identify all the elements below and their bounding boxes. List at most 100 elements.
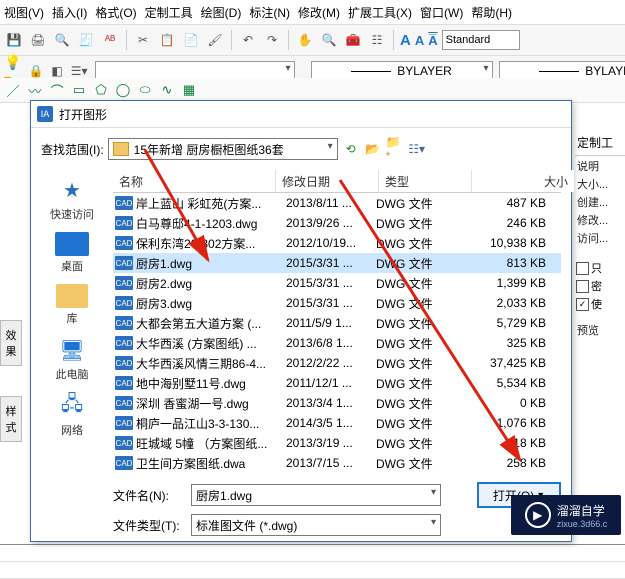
- save-icon[interactable]: 💾: [4, 30, 24, 50]
- checkbox-label: 使: [591, 296, 602, 312]
- folder-icon: [56, 284, 88, 308]
- file-size: 818 KB: [456, 436, 554, 450]
- file-type: DWG 文件: [376, 295, 456, 312]
- file-size: 487 KB: [456, 196, 554, 210]
- file-row[interactable]: CAD大华西溪风情三期86-4...2012/2/22 ...DWG 文件37,…: [113, 353, 561, 373]
- filetype-combo[interactable]: 标准图文件 (*.dwg): [191, 514, 441, 536]
- toolbox-icon[interactable]: 🧰: [343, 30, 363, 50]
- filename-combo[interactable]: 厨房1.dwg: [191, 484, 441, 506]
- network-icon: 🖧: [55, 392, 89, 420]
- dock-tab-style[interactable]: 样式: [0, 396, 22, 442]
- file-row[interactable]: CAD岸上蓝山 彩虹苑(方案...2013/8/11 ...DWG 文件487 …: [113, 193, 561, 213]
- file-name: 桐庐一品江山3-3-130...: [136, 415, 286, 432]
- lookin-label: 查找范围(I):: [41, 141, 104, 158]
- place-network[interactable]: 🖧网络: [55, 392, 89, 438]
- polygon-icon[interactable]: ⬠: [92, 81, 110, 99]
- find-icon[interactable]: 🧾: [76, 30, 96, 50]
- rect-icon[interactable]: ▭: [70, 81, 88, 99]
- cad-file-icon: CAD: [115, 336, 133, 350]
- checkbox-row-2[interactable]: 密: [576, 278, 624, 294]
- menu-draw[interactable]: 绘图(D): [201, 4, 242, 21]
- print-icon[interactable]: 🖨: [28, 30, 48, 50]
- file-row[interactable]: CAD厨房2.dwg2015/3/31 ...DWG 文件1,399 KB: [113, 273, 561, 293]
- col-date[interactable]: 修改日期: [276, 170, 379, 192]
- properties-icon[interactable]: ☷: [367, 30, 387, 50]
- menu-ext[interactable]: 扩展工具(X): [348, 4, 412, 21]
- menu-help[interactable]: 帮助(H): [471, 4, 512, 21]
- place-this-pc[interactable]: 🖥此电脑: [55, 336, 89, 382]
- file-row[interactable]: CAD保利东湾20-302方案...2012/10/19...DWG 文件10,…: [113, 233, 561, 253]
- views-icon[interactable]: ☷▾: [408, 140, 426, 158]
- menu-custom[interactable]: 定制工具: [145, 4, 193, 21]
- col-type[interactable]: 类型: [379, 170, 472, 192]
- up-icon[interactable]: 📂: [364, 140, 382, 158]
- redo-icon[interactable]: ↷: [262, 30, 282, 50]
- text-a2-icon[interactable]: A: [415, 33, 424, 48]
- dock-tab-effects[interactable]: 效果: [0, 320, 22, 366]
- menu-insert[interactable]: 插入(I): [52, 4, 87, 21]
- file-row[interactable]: CAD深圳 香蜜湖一号.dwg2013/3/4 1...DWG 文件0 KB: [113, 393, 561, 413]
- spline-icon[interactable]: ∿: [158, 81, 176, 99]
- file-date: 2013/3/19 ...: [286, 436, 376, 450]
- file-date: 2011/12/1 ...: [286, 376, 376, 390]
- line-icon[interactable]: ／: [4, 81, 22, 99]
- checkbox-icon: ✓: [576, 298, 589, 311]
- menu-view[interactable]: 视图(V): [4, 4, 44, 21]
- polyline-icon[interactable]: 〰: [26, 81, 44, 99]
- arc-icon[interactable]: ⌒: [48, 81, 66, 99]
- file-row[interactable]: CAD厨房1.dwg2015/3/31 ...DWG 文件813 KB: [113, 253, 561, 273]
- text-style-dropdown[interactable]: Standard: [442, 30, 520, 50]
- app-icon: IA: [37, 106, 53, 122]
- checkbox-row-1[interactable]: 只: [576, 260, 624, 276]
- file-row[interactable]: CAD白马尊邸4-1-1203.dwg2013/9/26 ...DWG 文件24…: [113, 213, 561, 233]
- menu-dim[interactable]: 标注(N): [249, 4, 290, 21]
- text-a-icon[interactable]: A: [400, 32, 411, 49]
- text-a3-icon[interactable]: A̅: [428, 33, 437, 48]
- cad-file-icon: CAD: [115, 316, 133, 330]
- lookin-combo[interactable]: 15年新增 厨房橱柜图纸36套: [108, 138, 338, 160]
- file-row[interactable]: CAD地中海别墅11号.dwg2011/12/1 ...DWG 文件5,534 …: [113, 373, 561, 393]
- place-libraries[interactable]: 库: [56, 284, 88, 326]
- file-date: 2012/2/22 ...: [286, 356, 376, 370]
- cut-icon[interactable]: ✂: [133, 30, 153, 50]
- text-style-value: Standard: [446, 34, 491, 46]
- filetype-label: 文件类型(T):: [113, 517, 183, 534]
- paste-icon[interactable]: 📄: [181, 30, 201, 50]
- ellipse-icon[interactable]: ⬭: [136, 81, 154, 99]
- circle-icon[interactable]: ◯: [114, 81, 132, 99]
- checkbox-icon: [576, 262, 589, 275]
- pan-icon[interactable]: ✋: [295, 30, 315, 50]
- spell-icon[interactable]: ᴬᴮ: [100, 30, 120, 50]
- undo-icon[interactable]: ↶: [238, 30, 258, 50]
- new-folder-icon[interactable]: 📁*: [386, 140, 404, 158]
- file-row[interactable]: CAD大都会第五大道方案 (...2011/5/9 1...DWG 文件5,72…: [113, 313, 561, 333]
- menu-format[interactable]: 格式(O): [95, 4, 136, 21]
- copy-icon[interactable]: 📋: [157, 30, 177, 50]
- match-icon[interactable]: 🖌: [205, 30, 225, 50]
- back-icon[interactable]: ⟲: [342, 140, 360, 158]
- file-row[interactable]: CAD卫生间方案图纸.dwa2013/7/15 ...DWG 文件258 KB: [113, 453, 561, 471]
- command-line[interactable]: [0, 544, 625, 579]
- menu-window[interactable]: 窗口(W): [420, 4, 463, 21]
- menu-modify[interactable]: 修改(M): [298, 4, 340, 21]
- file-type: DWG 文件: [376, 195, 456, 212]
- separator: [231, 30, 232, 50]
- zoom-icon[interactable]: 🔍: [319, 30, 339, 50]
- file-row[interactable]: CAD大华西溪 (方案图纸) ...2013/6/8 1...DWG 文件325…: [113, 333, 561, 353]
- hatch-icon[interactable]: ▦: [180, 81, 198, 99]
- place-desktop[interactable]: 桌面: [55, 232, 89, 274]
- file-row[interactable]: CAD厨房3.dwg2015/3/31 ...DWG 文件2,033 KB: [113, 293, 561, 313]
- col-size[interactable]: 大小: [472, 170, 575, 192]
- filetype-value: 标准图文件 (*.dwg): [196, 517, 297, 534]
- dialog-title: 打开图形: [59, 106, 107, 123]
- file-type: DWG 文件: [376, 315, 456, 332]
- file-row[interactable]: CAD旺城域 5幢 （方案图纸...2013/3/19 ...DWG 文件818…: [113, 433, 561, 453]
- file-row[interactable]: CAD桐庐一品江山3-3-130...2014/3/5 1...DWG 文件1,…: [113, 413, 561, 433]
- file-date: 2013/3/4 1...: [286, 396, 376, 410]
- checkbox-row-3[interactable]: ✓使: [576, 296, 624, 312]
- col-name[interactable]: 名称: [113, 170, 276, 192]
- preview-icon[interactable]: 🔍: [52, 30, 72, 50]
- cad-file-icon: CAD: [115, 436, 133, 450]
- cad-file-icon: CAD: [115, 216, 133, 230]
- place-quick-access[interactable]: ★快速访问: [50, 176, 94, 222]
